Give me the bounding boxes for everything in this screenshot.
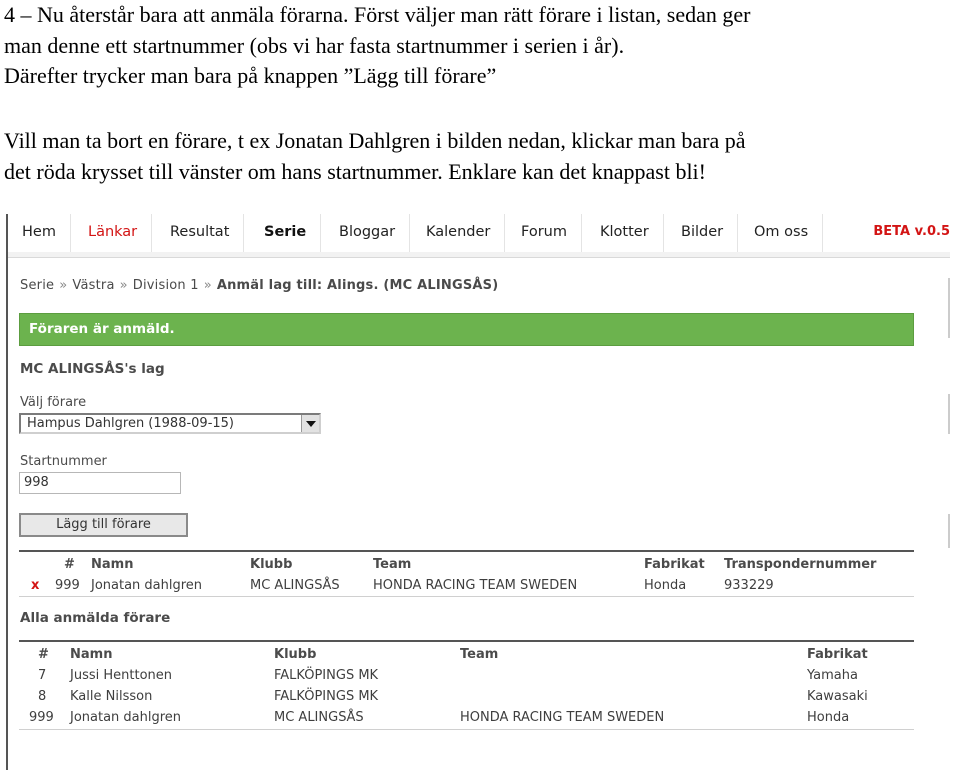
- cell-club: MC ALINGSÅS: [274, 710, 364, 725]
- nav-item-lankar[interactable]: Länkar: [74, 214, 153, 252]
- chevron-down-icon[interactable]: [301, 415, 319, 432]
- breadcrumb-division[interactable]: Division 1: [133, 278, 199, 293]
- sidebar-edge: [948, 514, 950, 548]
- driver-select-label: Välj förare: [20, 395, 87, 410]
- driver-select[interactable]: Hampus Dahlgren (1988-09-15): [19, 413, 321, 434]
- driver-select-value: Hampus Dahlgren (1988-09-15): [27, 416, 235, 431]
- col-header-make: Fabrikat: [644, 557, 705, 572]
- instruction-line: Därefter trycker man bara på knappen ”Lä…: [4, 63, 497, 88]
- nav-item-hem[interactable]: Hem: [8, 214, 71, 252]
- breadcrumb-separator: »: [119, 278, 128, 293]
- cell-club: FALKÖPINGS MK: [274, 668, 379, 683]
- nav-divider: [8, 252, 950, 258]
- col-header-name: Namn: [70, 647, 113, 662]
- start-number-input[interactable]: 998: [19, 472, 181, 494]
- nav-item-serie[interactable]: Serie: [250, 214, 322, 252]
- col-header-team: Team: [373, 557, 412, 572]
- cell-name: Kalle Nilsson: [70, 689, 153, 704]
- website-screenshot: Hem Länkar Resultat Serie Bloggar Kalend…: [6, 214, 950, 770]
- sidebar-edge: [948, 394, 950, 434]
- col-header-make: Fabrikat: [807, 647, 868, 662]
- cell-make: Honda: [807, 710, 850, 725]
- col-header-club: Klubb: [274, 647, 317, 662]
- all-drivers-table: # Namn Klubb Team Fabrikat 7 Jussi Hentt…: [19, 640, 914, 730]
- col-header-club: Klubb: [250, 557, 293, 572]
- breadcrumb-separator: »: [59, 278, 68, 293]
- frame-border: [6, 214, 8, 770]
- nav-item-bloggar[interactable]: Bloggar: [325, 214, 411, 252]
- nav-item-klotter[interactable]: Klotter: [586, 214, 664, 252]
- main-navigation: Hem Länkar Resultat Serie Bloggar Kalend…: [8, 214, 950, 254]
- instruction-line: det röda krysset till vänster om hans st…: [4, 158, 706, 184]
- instruction-line: man denne ett startnummer (obs vi har fa…: [4, 32, 625, 58]
- cell-make: Kawasaki: [807, 689, 868, 704]
- instruction-line: Vill man ta bort en förare, t ex Jonatan…: [4, 128, 746, 153]
- col-header-transponder: Transpondernummer: [724, 557, 877, 572]
- delete-driver-icon[interactable]: x: [31, 578, 39, 593]
- nav-item-om-oss[interactable]: Om oss: [740, 214, 824, 252]
- cell-make: Honda: [644, 578, 687, 593]
- beta-version-badge: BETA v.0.5: [873, 224, 950, 239]
- add-driver-button[interactable]: Lägg till förare: [19, 513, 188, 537]
- cell-name: Jonatan dahlgren: [70, 710, 182, 725]
- team-drivers-table: # Namn Klubb Team Fabrikat Transpondernu…: [19, 550, 914, 597]
- breadcrumb-vastra[interactable]: Västra: [72, 278, 114, 293]
- cell-nr: 999: [29, 710, 54, 725]
- sidebar-edge: [948, 278, 950, 338]
- nav-item-bilder[interactable]: Bilder: [667, 214, 739, 252]
- col-header-nr: #: [38, 647, 49, 662]
- instruction-paragraph-2: Vill man ta bort en förare, t ex Jonatan…: [4, 126, 956, 187]
- breadcrumb: Serie » Västra » Division 1 » Anmäl lag till: …: [20, 278, 498, 293]
- success-notice: Föraren är anmäld.: [19, 313, 914, 346]
- col-header-name: Namn: [91, 557, 134, 572]
- nav-item-resultat[interactable]: Resultat: [156, 214, 245, 252]
- cell-make: Yamaha: [807, 668, 858, 683]
- cell-transponder: 933229: [724, 578, 774, 593]
- cell-name: Jussi Henttonen: [70, 668, 173, 683]
- cell-nr: 8: [38, 689, 47, 704]
- cell-nr: 7: [38, 668, 47, 683]
- start-number-label: Startnummer: [20, 454, 107, 469]
- all-drivers-heading: Alla anmälda förare: [20, 610, 171, 626]
- col-header-team: Team: [460, 647, 499, 662]
- instruction-paragraph-1: 4 – Nu återstår bara att anmäla förarna.…: [4, 0, 956, 92]
- cell-club: MC ALINGSÅS: [250, 578, 340, 593]
- team-heading: MC ALINGSÅS's lag: [20, 361, 165, 377]
- cell-name: Jonatan dahlgren: [91, 578, 203, 593]
- nav-item-forum[interactable]: Forum: [507, 214, 582, 252]
- nav-item-kalender[interactable]: Kalender: [412, 214, 506, 252]
- cell-nr: 999: [55, 578, 80, 593]
- col-header-nr: #: [64, 557, 75, 572]
- breadcrumb-separator: »: [203, 278, 212, 293]
- notice-text: Föraren är anmäld.: [29, 321, 175, 337]
- cell-club: FALKÖPINGS MK: [274, 689, 379, 704]
- breadcrumb-serie[interactable]: Serie: [20, 278, 54, 293]
- cell-team: HONDA RACING TEAM SWEDEN: [460, 710, 665, 725]
- breadcrumb-current: Anmäl lag till: Alings. (MC ALINGSÅS): [216, 278, 499, 293]
- cell-team: HONDA RACING TEAM SWEDEN: [373, 578, 578, 593]
- instruction-line: 4 – Nu återstår bara att anmäla förarna.…: [4, 2, 751, 27]
